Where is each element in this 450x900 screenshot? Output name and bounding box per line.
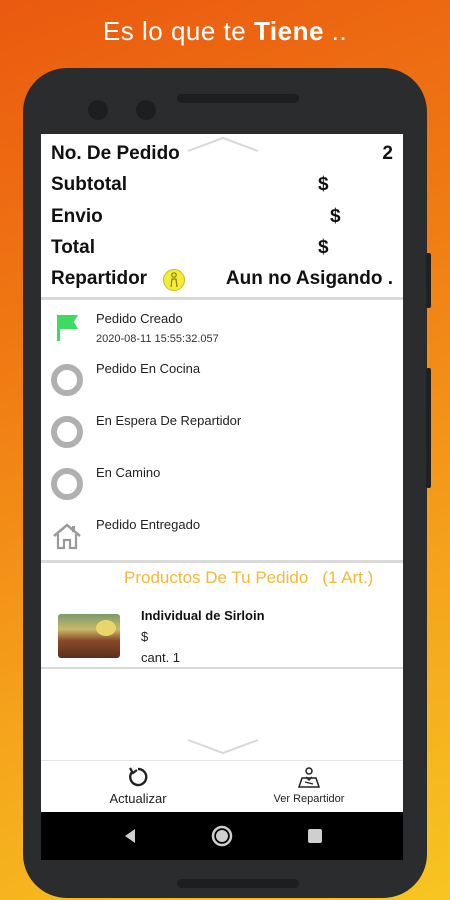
subtotal-value: $ xyxy=(318,174,329,195)
subtotal-row: Subtotal $ xyxy=(51,174,393,200)
chevron-down-icon[interactable] xyxy=(186,738,260,754)
product-quantity: cant. 1 xyxy=(141,650,181,665)
product-thumbnail[interactable] xyxy=(58,614,120,658)
phone-power-button xyxy=(426,253,431,308)
promo-headline: Es lo que te Tiene .. xyxy=(0,16,450,47)
view-courier-button[interactable]: Ver Repartidor xyxy=(249,761,369,812)
shipping-row: Envio $ xyxy=(51,206,393,232)
earpiece-speaker xyxy=(177,94,299,103)
app-screen: No. De Pedido 2 Subtotal $ Envio $ Total… xyxy=(41,134,403,812)
total-label: Total xyxy=(51,237,95,258)
gray-ring-icon xyxy=(51,416,83,448)
order-number-row: No. De Pedido 2 xyxy=(51,143,393,169)
status-step-label: En Espera De Repartidor xyxy=(96,413,242,428)
courier-info-icon[interactable] xyxy=(163,269,185,291)
bottom-action-bar: Actualizar Ver Repartidor xyxy=(41,760,403,812)
order-summary: No. De Pedido 2 Subtotal $ Envio $ Total… xyxy=(41,134,403,300)
product-name: Individual de Sirloin xyxy=(141,608,265,623)
product-price: $ xyxy=(141,629,149,644)
products-heading: Productos De Tu Pedido (1 Art.) xyxy=(124,568,373,588)
status-step-created: Pedido Creado 2020-08-11 15:55:32.057 xyxy=(41,309,403,349)
courier-map-icon xyxy=(297,767,321,788)
products-count: (1 Art.) xyxy=(322,568,374,587)
status-step-timestamp: 2020-08-11 15:55:32.057 xyxy=(96,333,219,345)
promo-prefix: Es lo que te xyxy=(102,16,247,46)
house-icon xyxy=(53,523,81,550)
total-row: Total $ xyxy=(51,237,393,263)
recent-apps-icon[interactable] xyxy=(303,824,327,848)
products-heading-label: Productos De Tu Pedido xyxy=(124,568,309,587)
courier-label: Repartidor xyxy=(51,268,148,289)
gray-ring-icon xyxy=(51,364,83,396)
products-section: Productos De Tu Pedido (1 Art.) Individua… xyxy=(41,564,403,669)
android-nav-bar xyxy=(41,812,403,860)
status-step-on-the-way: En Camino xyxy=(41,465,403,505)
courier-row: Repartidor Aun no Asigando . xyxy=(51,268,393,294)
refresh-label: Actualizar xyxy=(109,791,167,806)
refresh-button[interactable]: Actualizar xyxy=(83,761,193,812)
order-status-timeline: Pedido Creado 2020-08-11 15:55:32.057 Pe… xyxy=(41,301,403,563)
refresh-icon xyxy=(129,767,148,787)
subtotal-label: Subtotal xyxy=(51,174,127,195)
gray-ring-icon xyxy=(51,468,83,500)
status-step-waiting-courier: En Espera De Repartidor xyxy=(41,413,403,453)
courier-value: Aun no Asigando . xyxy=(225,268,393,289)
shipping-label: Envio xyxy=(51,206,103,227)
shipping-value: $ xyxy=(330,206,341,227)
order-number-value: 2 xyxy=(382,143,393,164)
status-step-delivered: Pedido Entregado xyxy=(41,517,403,557)
status-step-label: Pedido Entregado xyxy=(96,517,201,532)
green-flag-icon xyxy=(57,315,78,341)
promo-bold: Tiene xyxy=(253,16,324,46)
total-value: $ xyxy=(318,237,329,258)
promo-suffix: .. xyxy=(323,16,348,46)
home-icon[interactable] xyxy=(210,824,234,848)
order-number-label: No. De Pedido xyxy=(51,143,180,164)
status-step-label: Pedido Creado xyxy=(96,311,183,326)
phone-volume-button xyxy=(426,368,431,488)
back-icon[interactable] xyxy=(118,824,142,848)
status-step-kitchen: Pedido En Cocina xyxy=(41,361,403,401)
bottom-speaker xyxy=(177,879,299,888)
front-sensor xyxy=(136,100,156,120)
front-camera xyxy=(88,100,108,120)
status-step-label: En Camino xyxy=(96,465,161,480)
status-step-label: Pedido En Cocina xyxy=(96,361,201,376)
product-thumbnail-plate xyxy=(96,620,116,636)
view-courier-label: Ver Repartidor xyxy=(273,793,345,805)
